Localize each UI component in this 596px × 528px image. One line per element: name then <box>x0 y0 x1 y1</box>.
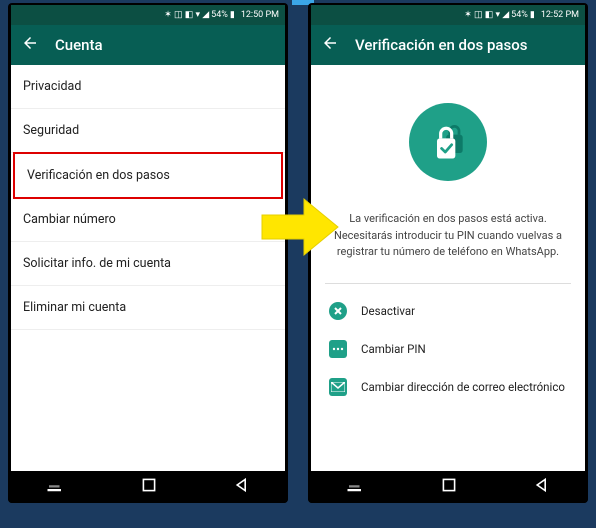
pin-icon <box>329 340 347 358</box>
screen-left: ✶ ◫ ◧ ▾ ◢ 54% ▮ 12:50 PM Cuenta Privacid… <box>11 5 285 471</box>
menu-label: Privacidad <box>23 79 81 94</box>
action-deactivate[interactable]: Desactivar <box>325 292 571 330</box>
nav-recent-icon[interactable] <box>46 478 64 497</box>
menu-delete-account[interactable]: Eliminar mi cuenta <box>11 286 285 330</box>
battery-icon: ▮ <box>230 10 235 20</box>
close-icon <box>329 302 347 320</box>
back-icon[interactable] <box>21 34 39 57</box>
action-label: Cambiar dirección de correo electrónico <box>361 380 565 394</box>
menu-label: Cambiar número <box>23 212 116 227</box>
menu-privacy[interactable]: Privacidad <box>11 65 285 109</box>
menu-change-number[interactable]: Cambiar número <box>11 198 285 242</box>
menu-label: Solicitar info. de mi cuenta <box>23 256 171 271</box>
screen-right: ✶ ◫ ◧ ▾ ◢ 54% ▮ 12:52 PM Verificación en… <box>311 5 585 471</box>
page-title: Cuenta <box>55 36 103 54</box>
status-icons: ✶ ◫ ◧ ▾ ◢ <box>464 10 509 20</box>
nav-home-icon[interactable] <box>441 477 457 497</box>
phone-right: ✶ ◫ ◧ ▾ ◢ 54% ▮ 12:52 PM Verificación en… <box>308 3 588 503</box>
divider <box>325 283 571 284</box>
android-nav <box>308 471 588 503</box>
android-nav <box>8 471 288 503</box>
action-list: Desactivar Cambiar PIN Cambiar dirección… <box>325 292 571 406</box>
nav-home-icon[interactable] <box>141 477 157 497</box>
status-icons: ✶ ◫ ◧ ▾ ◢ <box>164 10 209 20</box>
battery-icon: ▮ <box>530 10 535 20</box>
nav-back-icon[interactable] <box>234 477 250 497</box>
status-time: 12:50 PM <box>241 10 279 20</box>
menu-label: Seguridad <box>23 123 79 138</box>
battery-pct: 54% <box>211 10 228 20</box>
two-step-content: La verificación en dos pasos está activa… <box>311 65 585 471</box>
account-menu: Privacidad Seguridad Verificación en dos… <box>11 65 285 471</box>
status-time: 12:52 PM <box>541 10 579 20</box>
nav-recent-icon[interactable] <box>346 478 364 497</box>
status-bar: ✶ ◫ ◧ ▾ ◢ 54% ▮ 12:52 PM <box>311 5 585 25</box>
action-label: Cambiar PIN <box>361 342 426 356</box>
action-change-pin[interactable]: Cambiar PIN <box>325 330 571 368</box>
menu-two-step[interactable]: Verificación en dos pasos <box>13 152 283 199</box>
arrow-icon <box>260 195 340 263</box>
mail-icon <box>329 378 347 396</box>
status-bar: ✶ ◫ ◧ ▾ ◢ 54% ▮ 12:50 PM <box>11 5 285 25</box>
action-label: Desactivar <box>361 304 415 318</box>
menu-label: Eliminar mi cuenta <box>23 300 126 315</box>
nav-back-icon[interactable] <box>534 477 550 497</box>
page-title: Verificación en dos pasos <box>355 36 527 54</box>
battery-pct: 54% <box>511 10 528 20</box>
app-bar: Cuenta <box>11 25 285 65</box>
menu-label: Verificación en dos pasos <box>27 168 170 183</box>
lock-badge <box>409 103 487 181</box>
lock-check-icon <box>426 120 470 164</box>
two-step-description: La verificación en dos pasos está activa… <box>325 211 571 261</box>
action-change-email[interactable]: Cambiar dirección de correo electrónico <box>325 368 571 406</box>
menu-request-info[interactable]: Solicitar info. de mi cuenta <box>11 242 285 286</box>
back-icon[interactable] <box>321 34 339 57</box>
phone-left: ✶ ◫ ◧ ▾ ◢ 54% ▮ 12:50 PM Cuenta Privacid… <box>8 3 288 503</box>
menu-security[interactable]: Seguridad <box>11 109 285 153</box>
app-bar: Verificación en dos pasos <box>311 25 585 65</box>
